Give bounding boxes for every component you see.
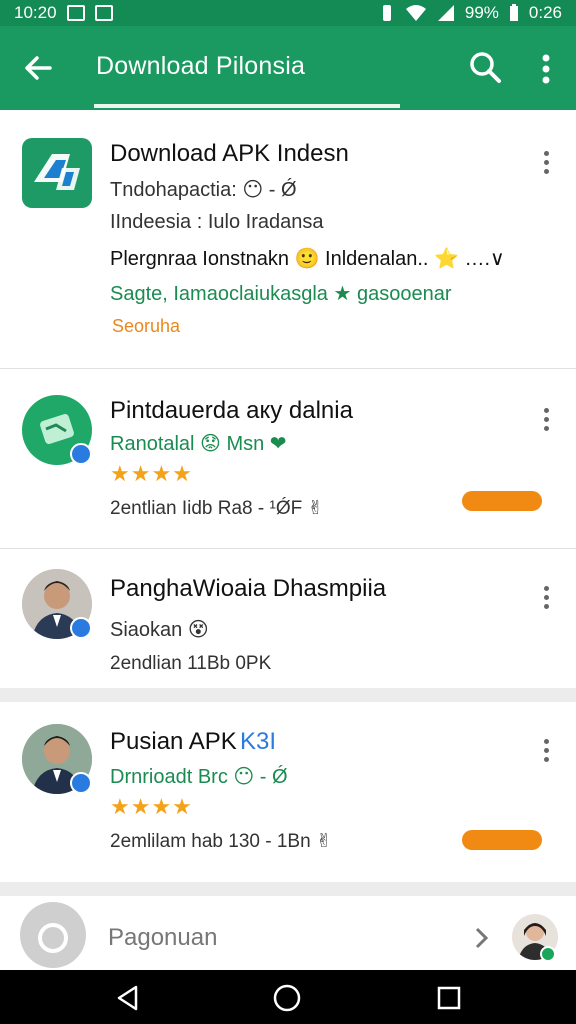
verified-badge-icon [70, 617, 92, 639]
item-more-icon[interactable] [536, 405, 556, 435]
item-meta: 2entlian Iidb Ra8 - ¹ǾF ✌ [110, 498, 324, 519]
featured-line-3: Plergnraa Ionstnakn 🙂 Inldenalan.. ⭐ ….∨ [110, 248, 505, 270]
item-title: PanghaWioaia Dhasmpiia [110, 575, 387, 602]
battery-percent: 99% [464, 3, 499, 22]
verified-badge-icon [70, 772, 92, 794]
bottom-row[interactable]: Pagonuan [0, 896, 576, 970]
item-title-badge: K3I [240, 728, 277, 755]
app-bar-title: Download Pilonsia [96, 52, 306, 80]
app-bar: Download Pilonsia [0, 26, 576, 110]
battery-icon [509, 4, 518, 21]
status-clock-right: 0:26 [528, 3, 562, 22]
list-item[interactable]: PanghaWioaia Dhasmpiia Siaokan 😵 2endlia… [0, 548, 576, 688]
item-title: Pusian APK [110, 728, 237, 755]
item-meta: 2endlian 11Bb 0PK [110, 653, 272, 674]
rating-stars: ★★★★ [110, 461, 193, 486]
featured-tag: Seoruha [112, 316, 181, 336]
featured-line-4: Sagte, Iamaoclaiukasgla ★ gasooenar [110, 283, 452, 305]
image-notification-icon [66, 5, 85, 21]
status-bar: 10:20 99% 0:26 [0, 0, 576, 26]
nav-back-icon[interactable] [114, 984, 142, 1012]
title-underline [94, 104, 400, 108]
item-more-icon[interactable] [536, 583, 556, 613]
featured-title: Download APK Indesn [110, 140, 349, 167]
nav-home-icon[interactable] [272, 983, 302, 1013]
featured-app-card[interactable]: Download APK Indesn Tndohapactia: 😶 - Ǿ … [0, 110, 576, 368]
item-subtitle: Drnrioadt Brc 😶 - Ǿ [110, 766, 288, 788]
list-item[interactable]: Pintdauerda аку dalnia Ranotalal 😟 Msn ❤… [0, 368, 576, 548]
app-logo-icon [22, 138, 92, 208]
online-badge-icon [540, 946, 556, 962]
install-button[interactable] [462, 830, 542, 850]
verified-badge-icon [70, 443, 92, 465]
install-button[interactable] [462, 491, 542, 511]
item-subtitle: Siaokan 😵 [110, 619, 209, 641]
arrow-left-icon[interactable] [22, 52, 54, 84]
more-vert-icon[interactable] [534, 52, 558, 86]
item-subtitle: Ranotalal 😟 Msn ❤ [110, 433, 287, 455]
nav-recents-icon[interactable] [436, 985, 462, 1011]
list-item[interactable]: Pusian APK K3I Drnrioadt Brc 😶 - Ǿ ★★★★ … [0, 702, 576, 882]
signal-icon [437, 5, 454, 21]
bottom-label: Pagonuan [108, 924, 218, 951]
featured-line-1: Tndohapactia: 😶 - Ǿ [110, 179, 297, 201]
wifi-icon [405, 5, 426, 21]
featured-line-2: IIndeesia : Iulo Iradansa [110, 211, 324, 233]
chevron-right-icon[interactable] [474, 926, 490, 950]
status-time: 10:20 [14, 3, 57, 22]
item-more-icon[interactable] [536, 736, 556, 766]
item-title: Pintdauerda аку dalnia [110, 397, 353, 424]
rating-stars: ★★★★ [110, 794, 193, 819]
item-meta: 2emlilam hab 130 - 1Bn ✌ [110, 831, 332, 852]
app-notification-icon [94, 5, 113, 21]
system-nav-bar [0, 970, 576, 1024]
vibrate-icon [382, 5, 391, 21]
camera-icon[interactable] [20, 902, 86, 968]
search-icon[interactable] [468, 50, 502, 84]
featured-more-icon[interactable] [536, 148, 556, 178]
